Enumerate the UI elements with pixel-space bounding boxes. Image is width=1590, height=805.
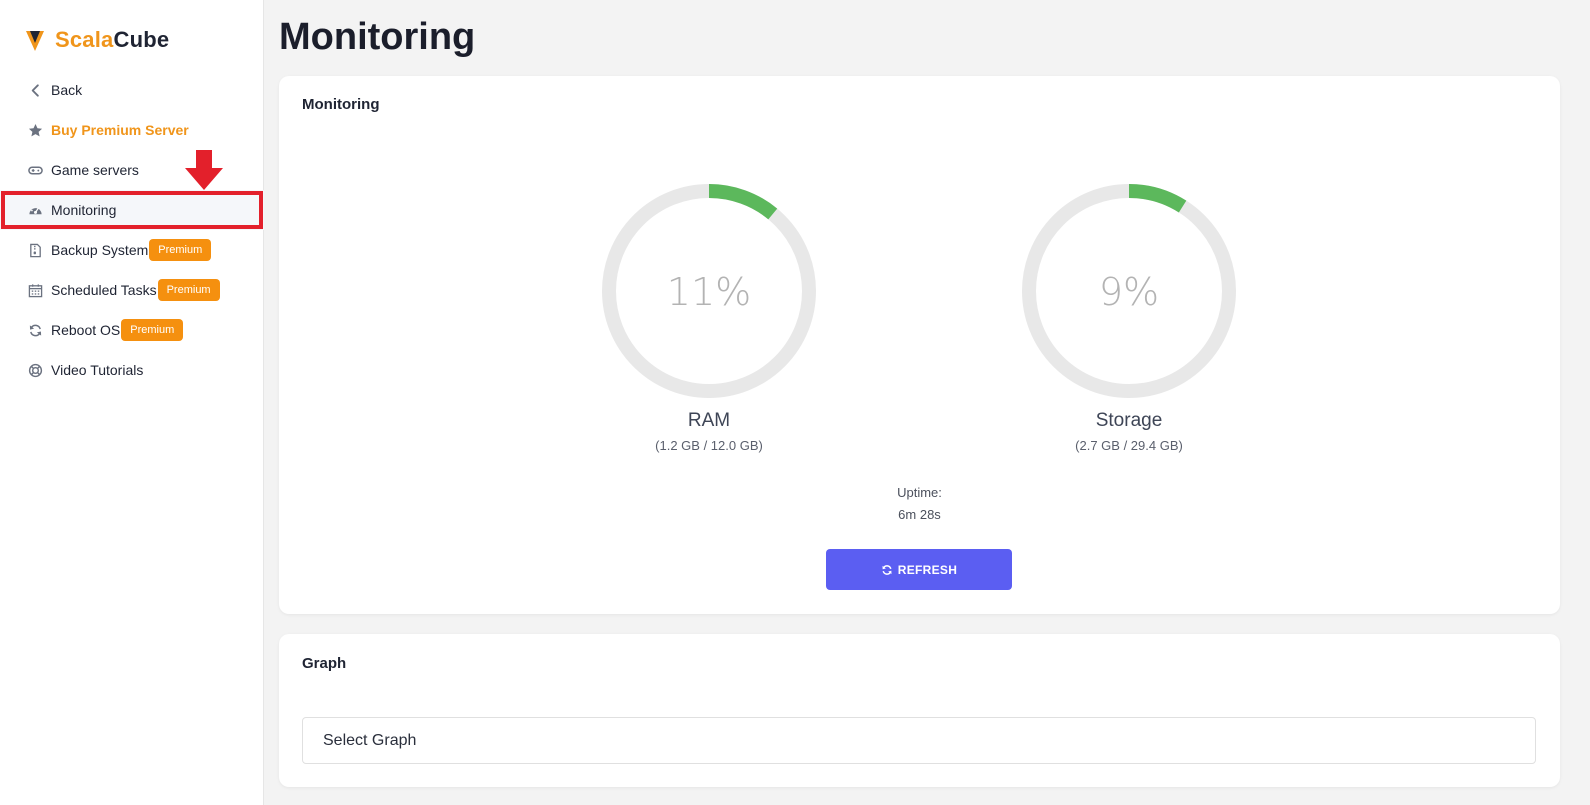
sidebar-item-buy-premium-server[interactable]: Buy Premium Server bbox=[0, 110, 264, 150]
sidebar-item-label: Video Tutorials bbox=[51, 362, 144, 378]
sidebar-item-label: Game servers bbox=[51, 162, 139, 178]
ram-gauge: 11% RAM (1.2 GB / 12.0 GB) bbox=[602, 184, 816, 453]
sync-icon bbox=[28, 323, 43, 338]
dashboard-gauge-icon bbox=[28, 203, 43, 218]
page-title: Monitoring bbox=[279, 16, 476, 58]
storage-label: Storage bbox=[1095, 410, 1163, 431]
ram-usage-detail: (1.2 GB / 12.0 GB) bbox=[655, 438, 763, 453]
ram-percent: 11% bbox=[666, 270, 752, 314]
sidebar-item-back[interactable]: Back bbox=[0, 70, 264, 110]
refresh-button[interactable]: REFRESH bbox=[826, 549, 1012, 590]
red-arrow-down-icon bbox=[185, 150, 223, 190]
graph-card: Graph Select Graph bbox=[279, 634, 1560, 787]
sidebar-item-label: Buy Premium Server bbox=[51, 122, 189, 138]
logo-text-cube: Cube bbox=[113, 27, 170, 52]
sidebar-nav: Back Buy Premium Server Game servers Mon… bbox=[0, 70, 264, 390]
sidebar-item-label: Backup System bbox=[51, 242, 149, 258]
sidebar-item-video-tutorials[interactable]: Video Tutorials bbox=[0, 350, 264, 390]
sidebar-item-backup-system[interactable]: Backup System Premium bbox=[0, 230, 264, 270]
sidebar-item-scheduled-tasks[interactable]: Scheduled Tasks Premium bbox=[0, 270, 264, 310]
monitoring-card: Monitoring 11% RAM (1.2 GB / 12.0 GB) 9%… bbox=[279, 76, 1560, 614]
uptime-value: 6m 28s bbox=[898, 507, 941, 522]
calendar-icon bbox=[28, 283, 43, 298]
premium-badge: Premium bbox=[157, 279, 220, 301]
chevron-left-icon bbox=[28, 83, 43, 98]
graph-card-title: Graph bbox=[302, 655, 347, 672]
premium-badge: Premium bbox=[121, 319, 184, 341]
storage-usage-detail: (2.7 GB / 29.4 GB) bbox=[1075, 438, 1183, 453]
star-icon bbox=[28, 123, 43, 138]
uptime-label: Uptime: bbox=[897, 485, 942, 500]
sidebar-item-game-servers[interactable]: Game servers bbox=[0, 150, 264, 190]
premium-badge: Premium bbox=[149, 239, 212, 261]
sidebar: ScalaCube Back Buy Premium Server Game s… bbox=[0, 0, 264, 805]
storage-gauge: 9% Storage (2.7 GB / 29.4 GB) bbox=[1022, 184, 1236, 453]
sidebar-item-label: Monitoring bbox=[51, 202, 117, 218]
file-archive-icon bbox=[28, 243, 43, 258]
monitoring-card-title: Monitoring bbox=[302, 96, 380, 113]
uptime-block: Uptime: 6m 28s bbox=[279, 482, 1560, 526]
logo-text-scala: Scala bbox=[55, 27, 114, 52]
sync-icon bbox=[882, 564, 892, 575]
scalacube-logo-icon bbox=[26, 31, 44, 51]
select-graph-value: Select Graph bbox=[323, 731, 417, 749]
lifebuoy-icon bbox=[28, 363, 43, 378]
sidebar-item-label: Reboot OS bbox=[51, 322, 121, 338]
ram-label: RAM bbox=[687, 410, 731, 431]
sidebar-item-label: Scheduled Tasks bbox=[51, 282, 157, 298]
select-graph-dropdown[interactable]: Select Graph bbox=[302, 717, 1536, 764]
scalacube-logo[interactable]: ScalaCube bbox=[26, 26, 169, 54]
gamepad-icon bbox=[28, 163, 43, 178]
sidebar-item-monitoring[interactable]: Monitoring bbox=[0, 190, 264, 230]
refresh-button-label: REFRESH bbox=[897, 562, 958, 577]
sidebar-item-label: Back bbox=[51, 82, 83, 98]
storage-percent: 9% bbox=[1098, 270, 1160, 314]
sidebar-item-reboot-os[interactable]: Reboot OS Premium bbox=[0, 310, 264, 350]
